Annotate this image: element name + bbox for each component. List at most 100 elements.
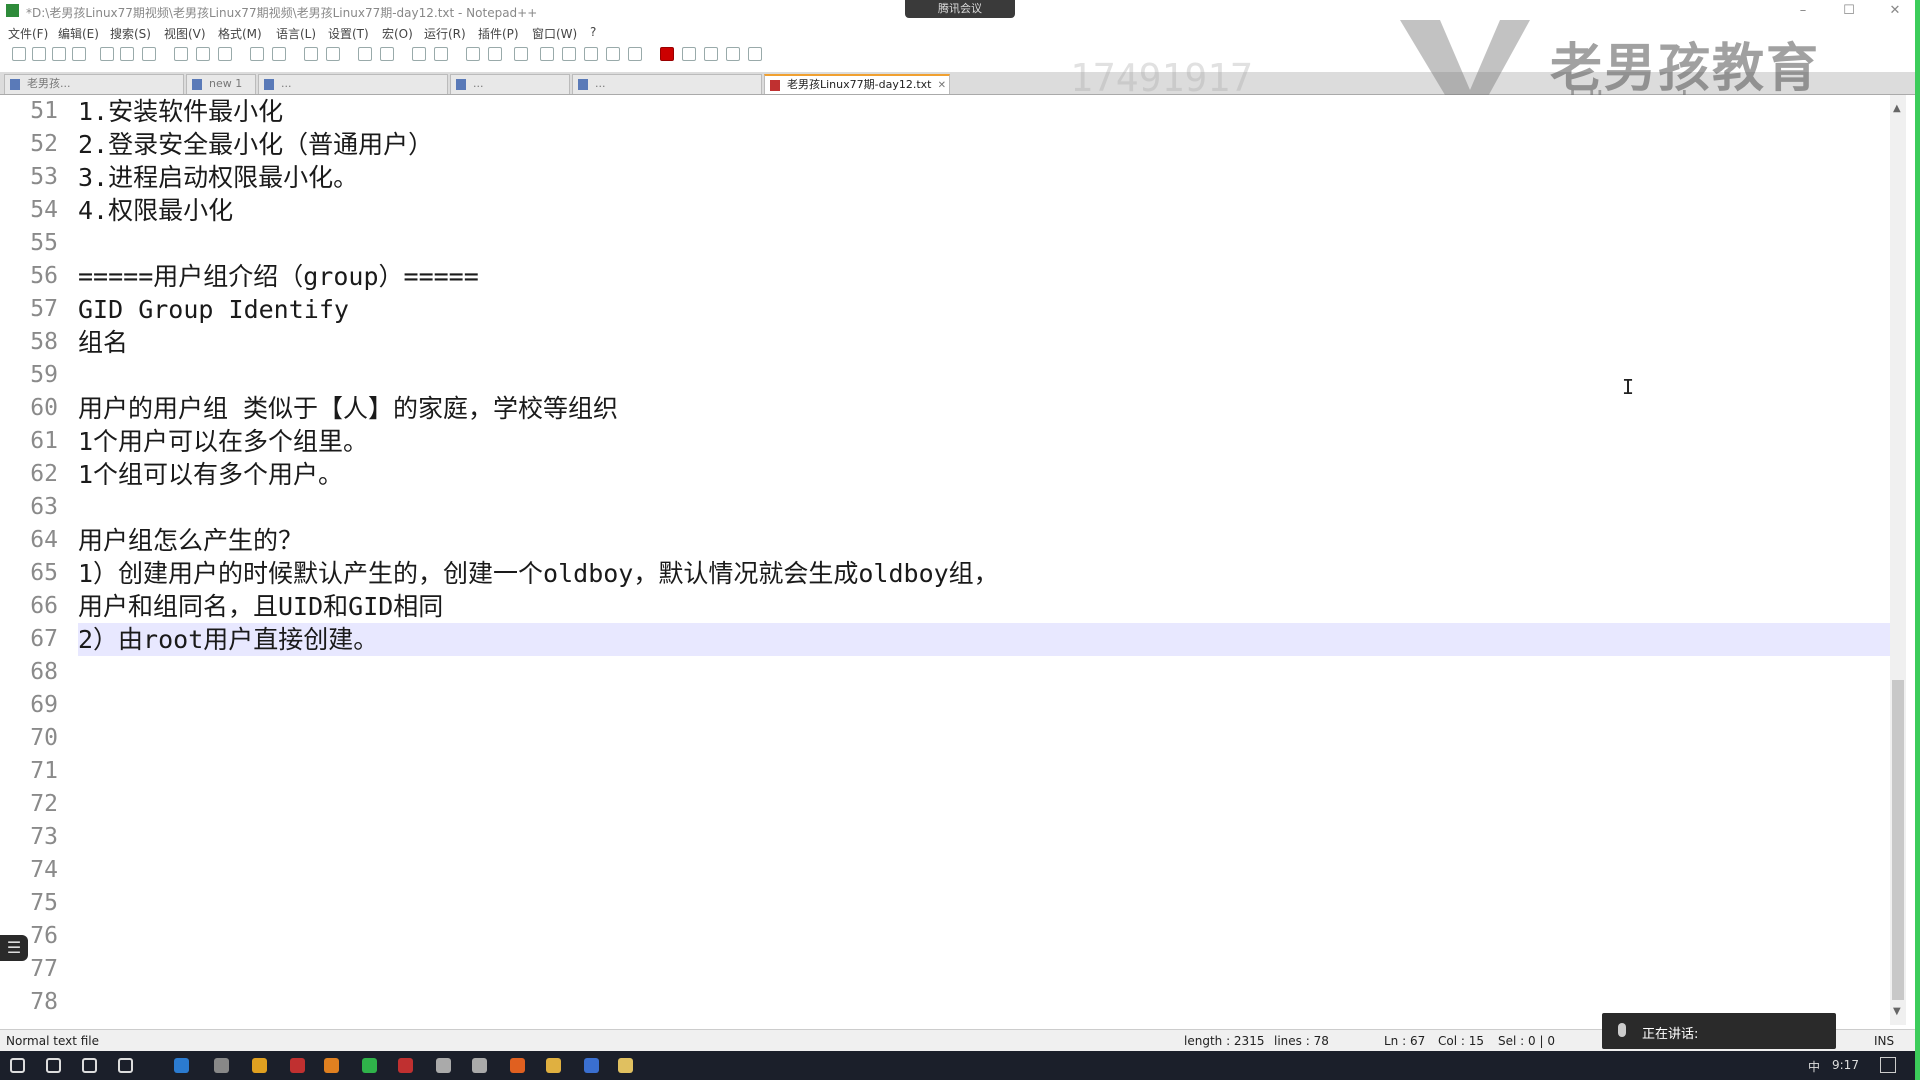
- zoom-in-icon[interactable]: [358, 47, 372, 61]
- find-icon[interactable]: [304, 47, 318, 61]
- macro-stop-icon[interactable]: [682, 47, 696, 61]
- macro-save-icon[interactable]: [748, 47, 762, 61]
- paste-icon[interactable]: [218, 47, 232, 61]
- line-number[interactable]: 61: [6, 425, 58, 458]
- wechat-icon[interactable]: [362, 1058, 377, 1073]
- line-number[interactable]: 74: [6, 854, 58, 887]
- line-number[interactable]: 64: [6, 524, 58, 557]
- close-button[interactable]: ✕: [1872, 0, 1918, 22]
- line-number[interactable]: 59: [6, 359, 58, 392]
- tab-file-3[interactable]: ...: [258, 74, 448, 94]
- app-icon[interactable]: [290, 1058, 305, 1073]
- scroll-thumb[interactable]: [1892, 680, 1904, 1000]
- line-number[interactable]: 78: [6, 986, 58, 1019]
- menu-language[interactable]: 语言(L): [276, 25, 316, 42]
- code-line[interactable]: =====用户组介绍（group）=====: [78, 260, 1898, 293]
- line-number[interactable]: 67: [6, 623, 58, 656]
- line-number[interactable]: 55: [6, 227, 58, 260]
- tab-file-4[interactable]: ...: [450, 74, 570, 94]
- ime-indicator[interactable]: 中: [1808, 1058, 1820, 1075]
- tab-file-5[interactable]: ...: [572, 74, 762, 94]
- line-number[interactable]: 71: [6, 755, 58, 788]
- code-line[interactable]: [78, 821, 1898, 854]
- redo-icon[interactable]: [272, 47, 286, 61]
- close-all-icon[interactable]: [120, 47, 134, 61]
- code-line[interactable]: 2.登录安全最小化（普通用户）: [78, 128, 1898, 161]
- open-file-icon[interactable]: [32, 47, 46, 61]
- tab-file-2[interactable]: new 1: [186, 74, 256, 94]
- app-icon[interactable]: [472, 1058, 487, 1073]
- menu-help[interactable]: ?: [590, 25, 596, 39]
- code-line[interactable]: 1个组可以有多个用户。: [78, 458, 1898, 491]
- line-number[interactable]: 60: [6, 392, 58, 425]
- line-number[interactable]: 70: [6, 722, 58, 755]
- code-line[interactable]: 用户组怎么产生的？: [78, 524, 1898, 557]
- menu-plugins[interactable]: 插件(P): [478, 25, 519, 42]
- doc-map-icon[interactable]: [540, 47, 554, 61]
- close-file-icon[interactable]: [100, 47, 114, 61]
- macro-multi-icon[interactable]: [726, 47, 740, 61]
- wrap-icon[interactable]: [466, 47, 480, 61]
- cut-icon[interactable]: [174, 47, 188, 61]
- line-number[interactable]: 57: [6, 293, 58, 326]
- tab-file-1[interactable]: 老男孩...: [4, 74, 184, 94]
- code-line[interactable]: [78, 722, 1898, 755]
- code-line[interactable]: [78, 227, 1898, 260]
- menu-view[interactable]: 视图(V): [164, 25, 206, 42]
- line-number[interactable]: 56: [6, 260, 58, 293]
- menu-format[interactable]: 格式(M): [218, 25, 262, 42]
- code-line[interactable]: [78, 689, 1898, 722]
- code-line[interactable]: [78, 656, 1898, 689]
- line-number[interactable]: 52: [6, 128, 58, 161]
- code-line[interactable]: 3.进程启动权限最小化。: [78, 161, 1898, 194]
- tab-file-active[interactable]: 老男孩Linux77期-day12.txt ✕: [764, 74, 950, 94]
- scroll-down-icon[interactable]: ▼: [1893, 1006, 1901, 1017]
- line-number[interactable]: 63: [6, 491, 58, 524]
- cortana-icon[interactable]: [82, 1058, 97, 1073]
- save-icon[interactable]: [52, 47, 66, 61]
- macro-record-icon[interactable]: [660, 47, 674, 61]
- code-line[interactable]: 1个用户可以在多个组里。: [78, 425, 1898, 458]
- line-number[interactable]: 58: [6, 326, 58, 359]
- monitor-icon[interactable]: [606, 47, 620, 61]
- replace-icon[interactable]: [326, 47, 340, 61]
- app-icon[interactable]: [584, 1058, 599, 1073]
- code-line[interactable]: 用户和组同名，且UID和GID相同: [78, 590, 1898, 623]
- maximize-button[interactable]: ☐: [1826, 0, 1872, 22]
- code-line[interactable]: 2）由root用户直接创建。: [78, 623, 1898, 656]
- line-number[interactable]: 65: [6, 557, 58, 590]
- function-list-icon[interactable]: [562, 47, 576, 61]
- app-icon[interactable]: [510, 1058, 525, 1073]
- menu-settings[interactable]: 设置(T): [328, 25, 369, 42]
- app-icon[interactable]: [398, 1058, 413, 1073]
- task-view-icon[interactable]: [118, 1058, 133, 1073]
- menu-macro[interactable]: 宏(O): [382, 25, 413, 42]
- line-number[interactable]: 54: [6, 194, 58, 227]
- app-icon[interactable]: [214, 1058, 229, 1073]
- code-line[interactable]: [78, 920, 1898, 953]
- line-number[interactable]: 73: [6, 821, 58, 854]
- save-all-icon[interactable]: [72, 47, 86, 61]
- menu-search[interactable]: 搜索(S): [110, 25, 151, 42]
- notepadpp-icon[interactable]: [618, 1058, 633, 1073]
- code-line[interactable]: 组名: [78, 326, 1898, 359]
- code-line[interactable]: 1）创建用户的时候默认产生的，创建一个oldboy，默认情况就会生成oldboy…: [78, 557, 1898, 590]
- code-line[interactable]: [78, 491, 1898, 524]
- code-line[interactable]: [78, 854, 1898, 887]
- undo-icon[interactable]: [250, 47, 264, 61]
- line-number[interactable]: 72: [6, 788, 58, 821]
- tab-close-icon[interactable]: ✕: [938, 77, 946, 94]
- line-number[interactable]: 75: [6, 887, 58, 920]
- copy-icon[interactable]: [196, 47, 210, 61]
- line-number[interactable]: 53: [6, 161, 58, 194]
- code-line[interactable]: 1.安装软件最小化: [78, 95, 1898, 128]
- line-number[interactable]: 66: [6, 590, 58, 623]
- clock[interactable]: 9:17: [1832, 1058, 1859, 1072]
- new-file-icon[interactable]: [12, 47, 26, 61]
- menu-edit[interactable]: 编辑(E): [58, 25, 99, 42]
- search-icon[interactable]: [46, 1058, 61, 1073]
- menu-window[interactable]: 窗口(W): [532, 25, 577, 42]
- app-icon[interactable]: [174, 1058, 189, 1073]
- folder-workspace-icon[interactable]: [584, 47, 598, 61]
- chrome-icon[interactable]: [252, 1058, 267, 1073]
